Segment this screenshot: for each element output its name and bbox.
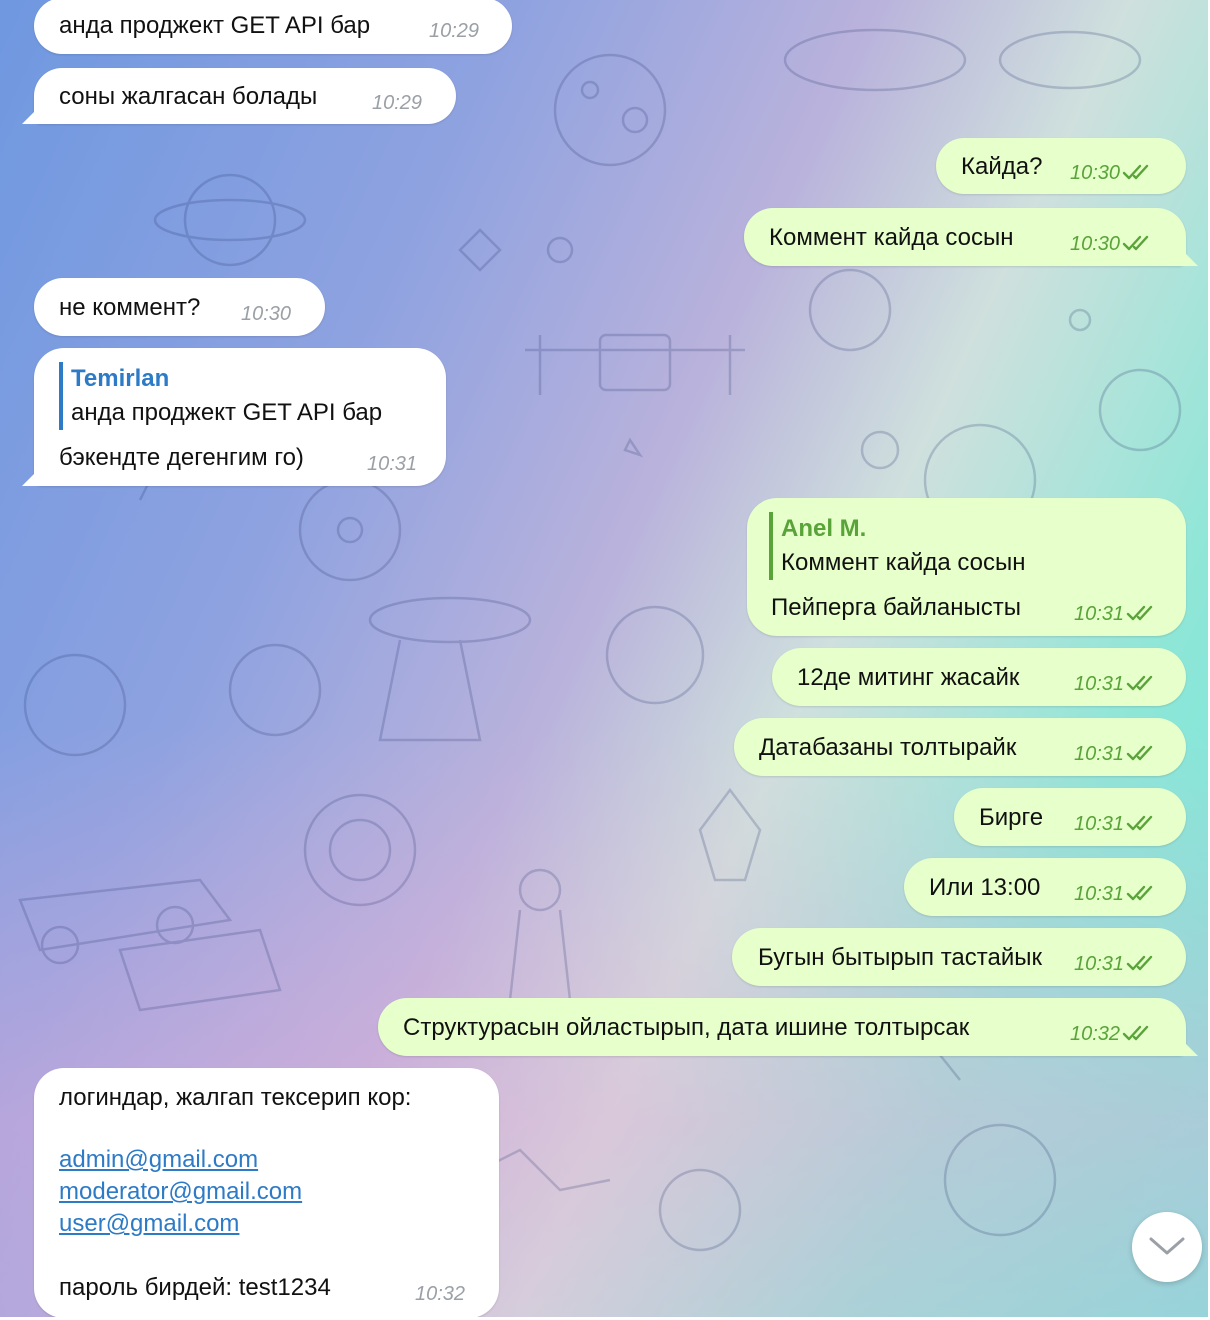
- email-link-moderator[interactable]: moderator@gmail.com: [59, 1176, 302, 1208]
- message-outgoing[interactable]: Кайда? 10:30: [936, 138, 1186, 194]
- message-text: пароль бирдей: test1234: [59, 1274, 331, 1301]
- message-incoming[interactable]: не коммент? 10:30: [34, 278, 325, 336]
- chevron-down-icon: [1149, 1237, 1185, 1255]
- double-check-icon: [1126, 605, 1153, 621]
- message-outgoing[interactable]: 12де митинг жасайк 10:31: [772, 648, 1186, 706]
- email-link-admin[interactable]: admin@gmail.com: [59, 1144, 258, 1176]
- double-check-icon: [1126, 885, 1153, 901]
- message-text: анда проджект GET API бар: [59, 12, 371, 39]
- double-check-icon: [1126, 745, 1153, 761]
- message-text: не коммент?: [59, 294, 201, 321]
- message-text: 12де митинг жасайк: [797, 664, 1020, 691]
- message-text: Бугын бытырып тастайык: [758, 944, 1042, 971]
- message-outgoing[interactable]: Или 13:00 10:31: [904, 858, 1186, 916]
- message-time: 10:31: [1074, 808, 1156, 840]
- reply-quote[interactable]: Anel M. Коммент кайда сосын: [769, 512, 1026, 580]
- message-text: Датабазаны толтырайк: [759, 734, 1017, 761]
- message-time: 10:31: [1074, 878, 1156, 910]
- reply-text: Коммент кайда сосын: [781, 549, 1026, 576]
- email-link-user[interactable]: user@gmail.com: [59, 1208, 239, 1240]
- reply-quote[interactable]: Temirlan анда проджект GET API бар: [59, 362, 382, 430]
- message-time: 10:30: [241, 303, 292, 325]
- message-text: Коммент кайда сосын: [769, 224, 1014, 251]
- message-text: бэкендте дегенгим го): [59, 444, 304, 471]
- message-text: соны жалгасан болады: [59, 83, 318, 110]
- reply-text: анда проджект GET API бар: [71, 399, 383, 426]
- message-outgoing[interactable]: Коммент кайда сосын 10:30: [744, 208, 1186, 266]
- double-check-icon: [1126, 815, 1153, 831]
- reply-author: Temirlan: [71, 365, 170, 392]
- message-time: 10:31: [1074, 738, 1156, 770]
- reply-author: Anel M.: [781, 515, 867, 542]
- chat-area: анда проджект GET API бар 10:29 соны жал…: [0, 0, 1210, 1320]
- double-check-icon: [1126, 675, 1153, 691]
- message-incoming[interactable]: соны жалгасан болады 10:29: [34, 68, 456, 124]
- message-time: 10:29: [429, 20, 480, 42]
- double-check-icon: [1122, 1025, 1149, 1041]
- double-check-icon: [1126, 955, 1153, 971]
- double-check-icon: [1122, 235, 1149, 251]
- message-time: 10:31: [1074, 598, 1156, 630]
- message-incoming-reply[interactable]: Temirlan анда проджект GET API бар бэкен…: [34, 348, 446, 486]
- message-time: 10:30: [1070, 157, 1152, 189]
- message-time: 10:32: [1070, 1018, 1152, 1050]
- message-outgoing[interactable]: Структурасын ойластырып, дата ишине толт…: [378, 998, 1186, 1056]
- message-text: Бирге: [979, 804, 1044, 831]
- message-text: логиндар, жалгап тексерип кор:: [59, 1084, 412, 1111]
- message-outgoing[interactable]: Датабазаны толтырайк 10:31: [734, 718, 1186, 776]
- message-outgoing-reply[interactable]: Anel M. Коммент кайда сосын Пейперга бай…: [747, 498, 1186, 636]
- message-time: 10:29: [372, 92, 423, 114]
- message-incoming[interactable]: логиндар, жалгап тексерип кор: admin@gma…: [34, 1068, 499, 1318]
- message-time: 10:32: [415, 1283, 466, 1305]
- double-check-icon: [1122, 164, 1149, 180]
- message-time: 10:31: [367, 453, 418, 475]
- message-text: Пейперга байланысты: [771, 594, 1021, 621]
- message-text: Или 13:00: [929, 874, 1041, 901]
- message-text: Структурасын ойластырып, дата ишине толт…: [403, 1014, 970, 1041]
- message-time: 10:30: [1070, 228, 1152, 260]
- message-outgoing[interactable]: Бугын бытырып тастайык 10:31: [732, 928, 1186, 986]
- message-time: 10:31: [1074, 668, 1156, 700]
- message-text: Кайда?: [961, 153, 1043, 180]
- message-time: 10:31: [1074, 948, 1156, 980]
- scroll-to-bottom-button[interactable]: [1132, 1212, 1202, 1282]
- message-outgoing[interactable]: Бирге 10:31: [954, 788, 1186, 846]
- message-incoming[interactable]: анда проджект GET API бар 10:29: [34, 0, 512, 54]
